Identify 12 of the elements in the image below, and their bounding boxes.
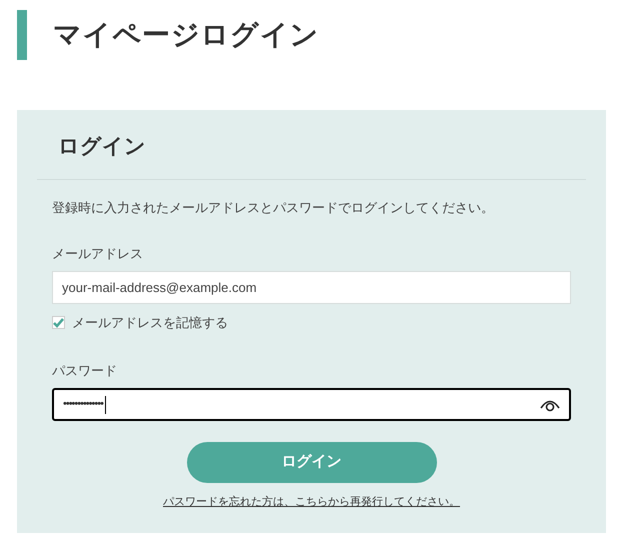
password-label: パスワード (52, 362, 118, 380)
remember-checkbox[interactable] (52, 316, 65, 330)
description-text: 登録時に入力されたメールアドレスとパスワードでログインしてください。 (52, 199, 495, 217)
title-accent-bar (17, 10, 27, 60)
email-field[interactable]: your-mail-address@example.com (52, 271, 571, 304)
email-label: メールアドレス (52, 244, 144, 262)
page-title: マイページログイン (53, 18, 320, 52)
password-field[interactable]: •••••••••••••• (52, 388, 571, 421)
remember-label: メールアドレスを記憶する (72, 314, 228, 332)
forgot-password-link[interactable]: パスワードを忘れた方は、こちらから再発行してください。 (163, 494, 460, 510)
panel-title: ログイン (58, 134, 147, 160)
eye-icon[interactable] (540, 398, 560, 412)
